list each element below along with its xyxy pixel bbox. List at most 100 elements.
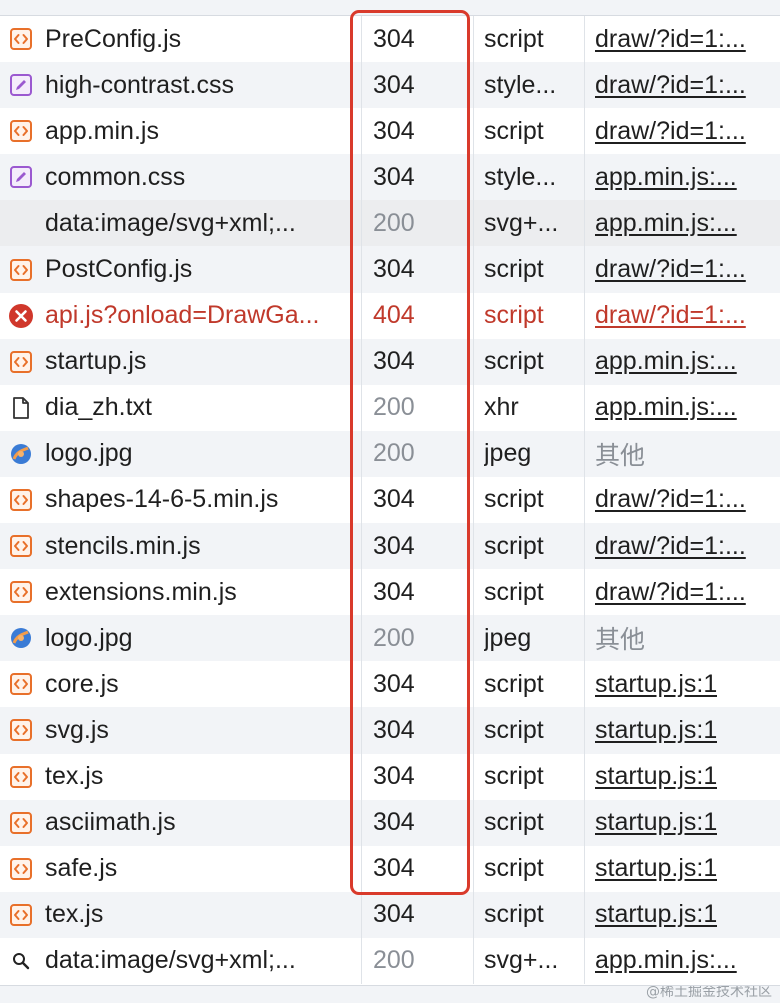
name-cell: tex.js <box>0 891 362 938</box>
request-name: asciimath.js <box>45 808 176 837</box>
initiator-link[interactable]: startup.js:1 <box>595 670 717 699</box>
initiator-link[interactable]: startup.js:1 <box>595 762 717 791</box>
script-icon <box>8 349 34 375</box>
initiator-cell: app.min.js:... <box>585 154 780 200</box>
initiator-cell: draw/?id=1:... <box>585 293 780 339</box>
name-cell: logo.jpg <box>0 615 362 662</box>
request-name: tex.js <box>45 762 104 791</box>
status-cell: 304 <box>362 154 474 201</box>
initiator-cell: draw/?id=1:... <box>585 62 780 108</box>
request-name: PostConfig.js <box>45 255 193 284</box>
status-code: 304 <box>373 715 415 744</box>
request-type: jpeg <box>484 439 532 468</box>
request-type: svg+... <box>484 946 559 975</box>
status-cell: 304 <box>362 569 474 616</box>
script-icon <box>8 717 34 743</box>
request-type: jpeg <box>484 623 532 652</box>
request-row[interactable]: asciimath.js 304 script startup.js:1 <box>0 799 780 846</box>
request-row[interactable]: tex.js 304 script startup.js:1 <box>0 753 780 800</box>
initiator-link[interactable]: draw/?id=1:... <box>595 532 746 561</box>
initiator-text: 其他 <box>595 626 646 655</box>
request-row[interactable]: stencils.min.js 304 script draw/?id=1:... <box>0 523 780 570</box>
name-cell: data:image/svg+xml;... <box>0 200 362 247</box>
status-cell: 404 <box>362 292 474 339</box>
initiator-link[interactable]: draw/?id=1:... <box>595 485 746 514</box>
request-type: script <box>484 485 544 514</box>
initiator-cell: startup.js:1 <box>585 892 780 938</box>
status-code: 304 <box>373 24 415 53</box>
type-cell: script <box>474 707 585 754</box>
request-type: script <box>484 762 544 791</box>
request-row[interactable]: common.css 304 style... app.min.js:... <box>0 154 780 201</box>
request-row[interactable]: dia_zh.txt 200 xhr app.min.js:... <box>0 384 780 431</box>
type-cell: svg+... <box>474 937 585 984</box>
name-cell: tex.js <box>0 753 362 800</box>
request-row[interactable]: data:image/svg+xml;... 200 svg+... app.min.… <box>0 200 780 247</box>
initiator-cell: app.min.js:... <box>585 339 780 385</box>
name-cell: svg.js <box>0 707 362 754</box>
request-row[interactable]: safe.js 304 script startup.js:1 <box>0 845 780 892</box>
type-cell: script <box>474 845 585 892</box>
initiator-link[interactable]: startup.js:1 <box>595 854 717 883</box>
status-code: 200 <box>373 208 415 237</box>
request-row[interactable]: high-contrast.css 304 style... draw/?id=1:.… <box>0 62 780 109</box>
initiator-link[interactable]: draw/?id=1:... <box>595 255 746 284</box>
initiator-cell: app.min.js:... <box>585 938 780 984</box>
request-type: script <box>484 900 544 929</box>
initiator-link[interactable]: draw/?id=1:... <box>595 117 746 146</box>
script-icon <box>8 902 34 928</box>
name-cell: shapes-14-6-5.min.js <box>0 476 362 524</box>
request-row[interactable]: extensions.min.js 304 script draw/?id=1:... <box>0 569 780 616</box>
type-cell: script <box>474 338 585 385</box>
initiator-link[interactable]: startup.js:1 <box>595 900 717 929</box>
initiator-link[interactable]: app.min.js:... <box>595 946 737 975</box>
request-row[interactable]: shapes-14-6-5.min.js 304 script draw/?id=1:… <box>0 476 780 524</box>
status-cell: 200 <box>362 430 474 477</box>
request-type: style... <box>484 70 557 99</box>
initiator-link[interactable]: draw/?id=1:... <box>595 301 746 330</box>
type-cell: style... <box>474 62 585 109</box>
initiator-cell: 其他 <box>585 431 780 477</box>
network-request-table: PreConfig.js 304 script draw/?id=1:... high-… <box>0 0 780 984</box>
request-row[interactable]: api.js?onload=DrawGa... 404 script draw/?id… <box>0 292 780 339</box>
initiator-link[interactable]: app.min.js:... <box>595 393 737 422</box>
initiator-link[interactable]: startup.js:1 <box>595 716 717 745</box>
request-row[interactable]: logo.jpg 200 jpeg 其他 <box>0 615 780 662</box>
watermark: @稀土掘金技术社区 <box>646 985 772 1000</box>
request-name: common.css <box>45 162 186 191</box>
name-cell: stencils.min.js <box>0 523 362 570</box>
name-cell: PostConfig.js <box>0 246 362 293</box>
request-row[interactable]: core.js 304 script startup.js:1 <box>0 661 780 708</box>
script-icon <box>8 26 34 52</box>
request-type: script <box>484 347 544 376</box>
request-row[interactable]: logo.jpg 200 jpeg 其他 <box>0 430 780 477</box>
initiator-link[interactable]: draw/?id=1:... <box>595 71 746 100</box>
initiator-cell: draw/?id=1:... <box>585 16 780 62</box>
request-row[interactable]: app.min.js 304 script draw/?id=1:... <box>0 108 780 155</box>
status-code: 304 <box>373 669 415 698</box>
type-cell: script <box>474 799 585 846</box>
initiator-link[interactable]: app.min.js:... <box>595 209 737 238</box>
initiator-link[interactable]: draw/?id=1:... <box>595 578 746 607</box>
request-type: script <box>484 808 544 837</box>
request-row[interactable]: data:image/svg+xml;... 200 svg+... app.min.… <box>0 937 780 984</box>
type-cell: jpeg <box>474 615 585 662</box>
request-row[interactable]: PostConfig.js 304 script draw/?id=1:... <box>0 246 780 293</box>
request-type: svg+... <box>484 208 559 237</box>
status-cell: 304 <box>362 523 474 570</box>
initiator-link[interactable]: startup.js:1 <box>595 808 717 837</box>
stylesheet-icon <box>8 72 34 98</box>
status-code: 404 <box>373 301 415 330</box>
initiator-link[interactable]: app.min.js:... <box>595 163 737 192</box>
request-row[interactable]: startup.js 304 script app.min.js:... <box>0 338 780 385</box>
request-row[interactable]: svg.js 304 script startup.js:1 <box>0 707 780 754</box>
status-code: 200 <box>373 439 415 468</box>
status-code: 304 <box>373 485 415 514</box>
initiator-link[interactable]: app.min.js:... <box>595 347 737 376</box>
request-name: stencils.min.js <box>45 531 201 560</box>
request-row[interactable]: tex.js 304 script startup.js:1 <box>0 891 780 938</box>
request-row[interactable]: PreConfig.js 304 script draw/?id=1:... <box>0 16 780 63</box>
status-cell: 304 <box>362 845 474 892</box>
initiator-link[interactable]: draw/?id=1:... <box>595 25 746 54</box>
initiator-cell: startup.js:1 <box>585 661 780 707</box>
